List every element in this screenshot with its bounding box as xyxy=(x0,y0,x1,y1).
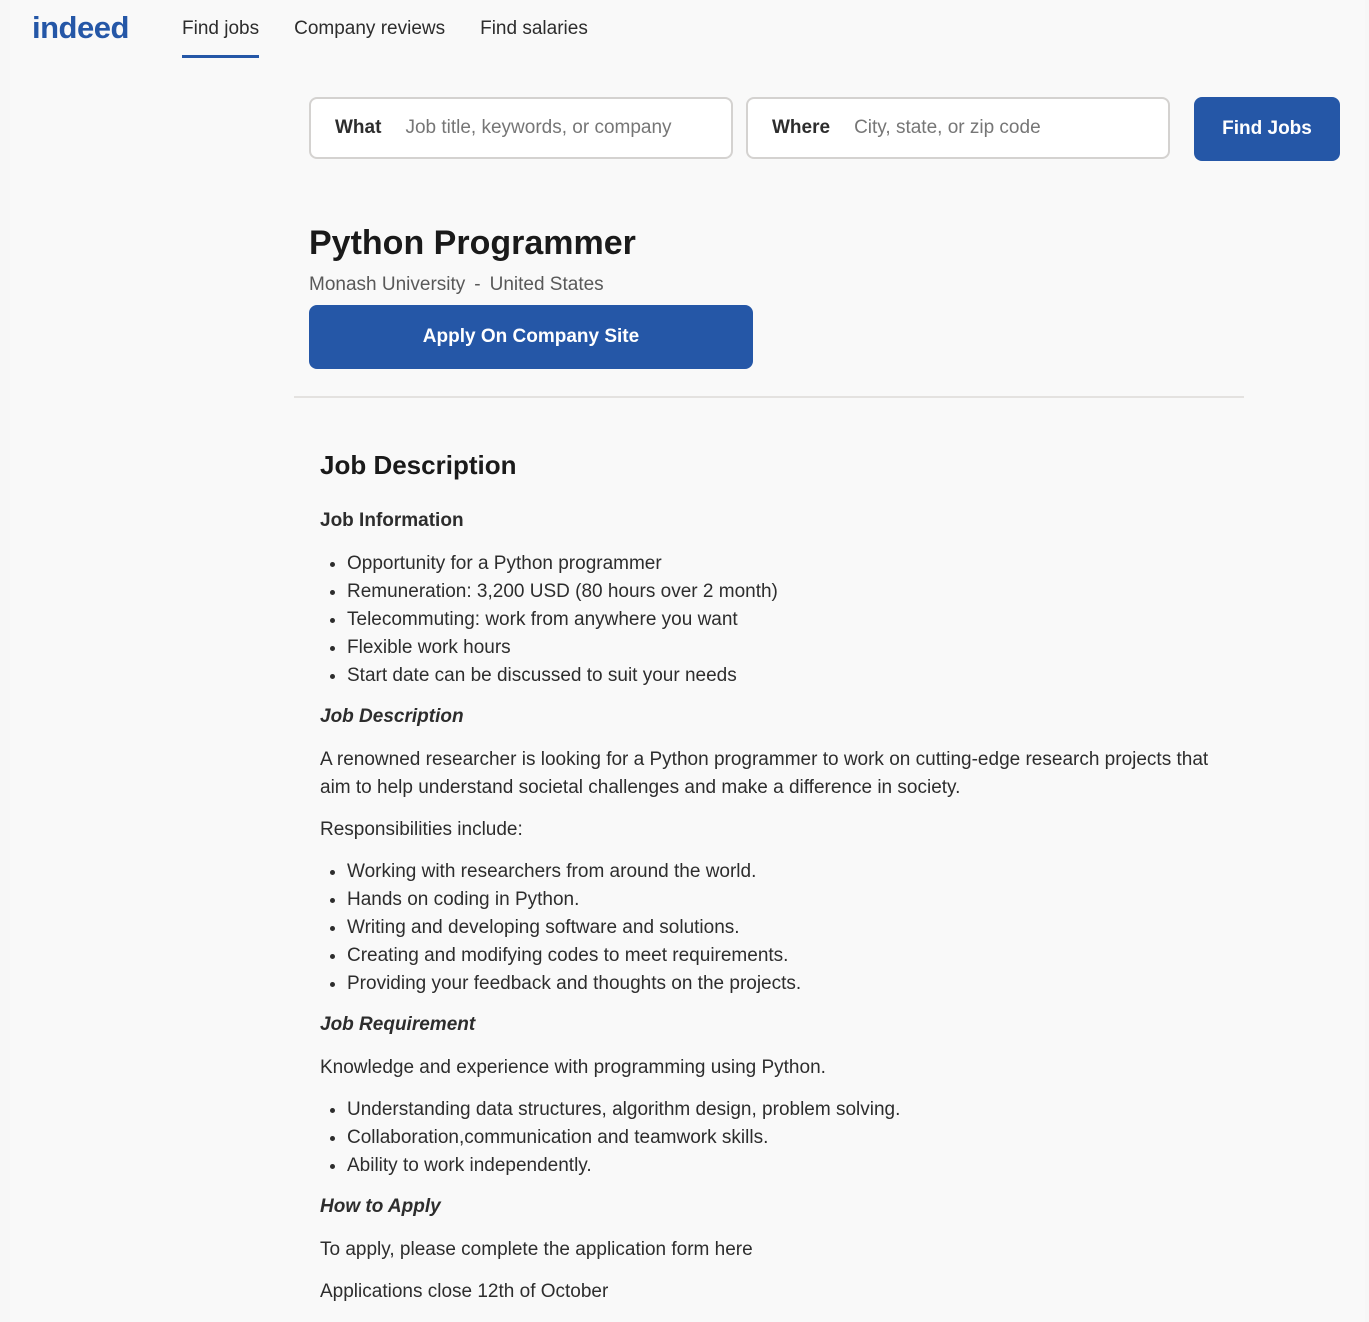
nav-company-reviews[interactable]: Company reviews xyxy=(294,18,445,54)
list-item: Ability to work independently. xyxy=(347,1152,1220,1180)
divider xyxy=(294,396,1244,398)
job-title: Python Programmer xyxy=(309,224,636,262)
what-search-box[interactable]: What xyxy=(309,97,733,159)
list-item: Telecommuting: work from anywhere you wa… xyxy=(347,606,1220,634)
where-search-box[interactable]: Where xyxy=(746,97,1170,159)
description-text: A renowned researcher is looking for a P… xyxy=(320,749,1209,798)
job-location: United States xyxy=(489,274,604,295)
job-meta: Monash University - United States xyxy=(309,274,604,296)
main-nav: Find jobs Company reviews Find salaries xyxy=(182,18,588,58)
where-label: Where xyxy=(772,117,831,138)
meta-separator: - xyxy=(474,274,481,295)
page: indeed Find jobs Company reviews Find sa… xyxy=(10,0,1365,1322)
job-description-heading: Job Description xyxy=(320,450,517,480)
job-description-section: Job Description Job Information Opportun… xyxy=(320,448,1220,1320)
nav-find-salaries[interactable]: Find salaries xyxy=(480,18,588,54)
responsibilities-intro: Responsibilities include: xyxy=(320,819,523,840)
list-item: Remuneration: 3,200 USD (80 hours over 2… xyxy=(347,578,1220,606)
where-input[interactable] xyxy=(852,116,1137,140)
how-to-apply-heading: How to Apply xyxy=(320,1196,441,1217)
nav-find-jobs[interactable]: Find jobs xyxy=(182,18,260,58)
requirement-intro: Knowledge and experience with programmin… xyxy=(320,1057,826,1078)
list-item: Creating and modifying codes to meet req… xyxy=(347,942,1220,970)
what-input[interactable] xyxy=(403,116,688,140)
find-jobs-button[interactable]: Find Jobs xyxy=(1194,97,1340,161)
list-item: Hands on coding in Python. xyxy=(347,886,1220,914)
requirements-list: Understanding data structures, algorithm… xyxy=(320,1096,1220,1180)
job-requirement-heading: Job Requirement xyxy=(320,1014,476,1035)
apply-on-company-site-button[interactable]: Apply On Company Site xyxy=(309,305,753,369)
list-item: Opportunity for a Python programmer xyxy=(347,550,1220,578)
indeed-logo[interactable]: indeed xyxy=(32,10,129,46)
company-name[interactable]: Monash University xyxy=(309,274,465,295)
job-information-list: Opportunity for a Python programmer Remu… xyxy=(320,550,1220,690)
list-item: Start date can be discussed to suit your… xyxy=(347,662,1220,690)
list-item: Providing your feedback and thoughts on … xyxy=(347,970,1220,998)
responsibilities-list: Working with researchers from around the… xyxy=(320,858,1220,998)
list-item: Flexible work hours xyxy=(347,634,1220,662)
list-item: Collaboration,communication and teamwork… xyxy=(347,1124,1220,1152)
job-information-heading: Job Information xyxy=(320,510,464,531)
list-item: Writing and developing software and solu… xyxy=(347,914,1220,942)
what-label: What xyxy=(335,117,382,138)
list-item: Working with researchers from around the… xyxy=(347,858,1220,886)
description-subheading: Job Description xyxy=(320,706,464,727)
list-item: Understanding data structures, algorithm… xyxy=(347,1096,1220,1124)
applications-close-text: Applications close 12th of October xyxy=(320,1281,609,1302)
how-to-apply-text: To apply, please complete the applicatio… xyxy=(320,1239,753,1260)
